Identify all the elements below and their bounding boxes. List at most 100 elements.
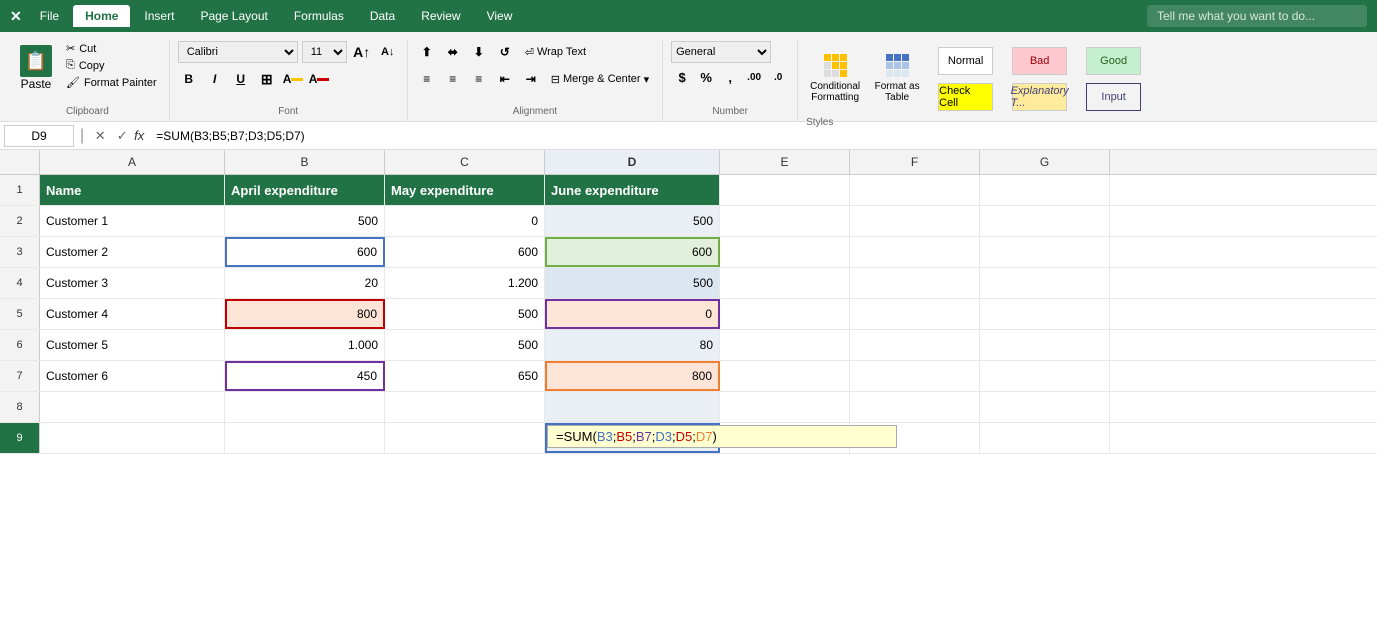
fill-color-button[interactable]: A	[282, 68, 304, 90]
formula-input[interactable]	[152, 129, 1373, 143]
cell-c9[interactable]	[385, 423, 545, 453]
increase-indent-button[interactable]: ⇥	[520, 68, 542, 90]
cancel-formula-button[interactable]: ✕	[90, 126, 110, 146]
merge-center-button[interactable]: ⊟ Merge & Center ▾	[546, 71, 654, 88]
cell-f3[interactable]	[850, 237, 980, 267]
format-painter-button[interactable]: 🖌 Format Painter	[62, 75, 161, 90]
cut-button[interactable]: ✂ Cut	[62, 41, 161, 56]
align-left-button[interactable]: ≡	[416, 68, 438, 90]
check-cell-button[interactable]: Check Cell	[930, 81, 1001, 115]
cell-a7[interactable]: Customer 6	[40, 361, 225, 391]
cell-f1[interactable]	[850, 175, 980, 205]
decrease-decimal-button[interactable]: .0	[767, 66, 789, 88]
cell-b3[interactable]: 600	[225, 237, 385, 267]
cell-g6[interactable]	[980, 330, 1110, 360]
cell-f6[interactable]	[850, 330, 980, 360]
cell-g9[interactable]	[980, 423, 1110, 453]
good-style-button[interactable]: Good	[1078, 45, 1149, 79]
tab-review[interactable]: Review	[409, 5, 472, 27]
cell-a3[interactable]: Customer 2	[40, 237, 225, 267]
copy-button[interactable]: ⎘ Copy	[62, 58, 161, 73]
increase-font-button[interactable]: A↑	[351, 41, 373, 63]
cell-d3[interactable]: 600	[545, 237, 720, 267]
col-header-a[interactable]: A	[40, 150, 225, 174]
paste-button[interactable]: 📋 Paste	[14, 41, 58, 95]
cell-f5[interactable]	[850, 299, 980, 329]
cell-f8[interactable]	[850, 392, 980, 422]
underline-button[interactable]: U	[230, 68, 252, 90]
cell-b5[interactable]: 800	[225, 299, 385, 329]
font-name-select[interactable]: Calibri	[178, 41, 298, 63]
cell-f4[interactable]	[850, 268, 980, 298]
cell-e8[interactable]	[720, 392, 850, 422]
cell-a8[interactable]	[40, 392, 225, 422]
col-header-f[interactable]: F	[850, 150, 980, 174]
cell-reference-input[interactable]	[4, 125, 74, 147]
cell-d5[interactable]: 0	[545, 299, 720, 329]
cell-d7[interactable]: 800	[545, 361, 720, 391]
cell-e6[interactable]	[720, 330, 850, 360]
align-bottom-button[interactable]: ⬇	[468, 41, 490, 63]
cell-a5[interactable]: Customer 4	[40, 299, 225, 329]
col-header-d[interactable]: D	[545, 150, 720, 174]
tab-page-layout[interactable]: Page Layout	[188, 5, 279, 27]
cell-d2[interactable]: 500	[545, 206, 720, 236]
cell-b8[interactable]	[225, 392, 385, 422]
tab-data[interactable]: Data	[358, 5, 407, 27]
decrease-indent-button[interactable]: ⇤	[494, 68, 516, 90]
merge-dropdown-icon[interactable]: ▾	[644, 73, 650, 86]
format-as-table-button[interactable]: Format asTable	[868, 45, 926, 107]
cell-c4[interactable]: 1.200	[385, 268, 545, 298]
align-right-button[interactable]: ≡	[468, 68, 490, 90]
cell-e5[interactable]	[720, 299, 850, 329]
tab-insert[interactable]: Insert	[132, 5, 186, 27]
cell-g8[interactable]	[980, 392, 1110, 422]
col-header-e[interactable]: E	[720, 150, 850, 174]
conditional-formatting-button[interactable]: ConditionalFormatting	[806, 45, 864, 107]
number-format-select[interactable]: General	[671, 41, 771, 63]
cell-c3[interactable]: 600	[385, 237, 545, 267]
input-style-button[interactable]: Input	[1078, 81, 1149, 115]
cell-d1[interactable]: June expenditure	[545, 175, 720, 205]
cell-c7[interactable]: 650	[385, 361, 545, 391]
cell-g2[interactable]	[980, 206, 1110, 236]
cell-a4[interactable]: Customer 3	[40, 268, 225, 298]
cell-a1[interactable]: Name	[40, 175, 225, 205]
cell-d4[interactable]: 500	[545, 268, 720, 298]
cell-g1[interactable]	[980, 175, 1110, 205]
cell-a2[interactable]: Customer 1	[40, 206, 225, 236]
cell-c2[interactable]: 0	[385, 206, 545, 236]
cell-b2[interactable]: 500	[225, 206, 385, 236]
currency-button[interactable]: $	[671, 66, 693, 88]
border-button[interactable]: ⊞	[256, 68, 278, 90]
comma-button[interactable]: ,	[719, 66, 741, 88]
col-header-c[interactable]: C	[385, 150, 545, 174]
cell-a9[interactable]	[40, 423, 225, 453]
wrap-text-button[interactable]: ⏎ Wrap Text	[520, 44, 591, 61]
tab-formulas[interactable]: Formulas	[282, 5, 356, 27]
cell-e1[interactable]	[720, 175, 850, 205]
align-center-button[interactable]: ≡	[442, 68, 464, 90]
tab-view[interactable]: View	[475, 5, 525, 27]
tab-file[interactable]: File	[28, 5, 71, 27]
cell-a6[interactable]: Customer 5	[40, 330, 225, 360]
align-top-button[interactable]: ⬆	[416, 41, 438, 63]
cell-c5[interactable]: 500	[385, 299, 545, 329]
cell-e2[interactable]	[720, 206, 850, 236]
tab-home[interactable]: Home	[73, 5, 130, 27]
col-header-b[interactable]: B	[225, 150, 385, 174]
cell-f7[interactable]	[850, 361, 980, 391]
cell-e4[interactable]	[720, 268, 850, 298]
italic-button[interactable]: I	[204, 68, 226, 90]
cell-g5[interactable]	[980, 299, 1110, 329]
bad-style-button[interactable]: Bad	[1004, 45, 1075, 79]
confirm-formula-button[interactable]: ✓	[112, 126, 132, 146]
cell-d6[interactable]: 80	[545, 330, 720, 360]
cell-b6[interactable]: 1.000	[225, 330, 385, 360]
cell-c1[interactable]: May expenditure	[385, 175, 545, 205]
cell-b9[interactable]	[225, 423, 385, 453]
cell-d9[interactable]: =SUM(B3;B5;B7;D3;D5;D7)	[545, 423, 720, 453]
font-size-select[interactable]: 11	[302, 41, 347, 63]
normal-style-button[interactable]: Normal	[930, 45, 1001, 79]
cell-f2[interactable]	[850, 206, 980, 236]
